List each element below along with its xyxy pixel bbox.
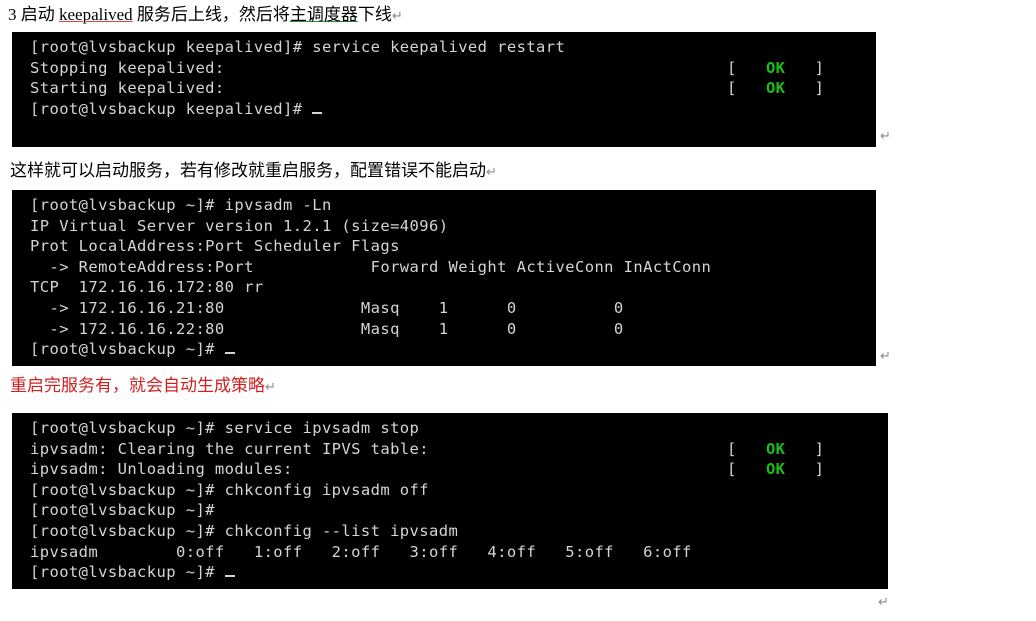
terminal-line-text: [root@lvsbackup ~]#: [30, 563, 225, 582]
terminal-cursor: [312, 100, 323, 114]
terminal-line-text: ipvsadm: Unloading modules:: [30, 460, 293, 479]
terminal-line-text: -> RemoteAddress:Port Forward Weight Act…: [30, 257, 712, 276]
paragraph-heading-3: 3 启动 keepalived 服务后上线，然后将主调度器下线↵: [8, 4, 403, 27]
terminal-line-text: IP Virtual Server version 1.2.1 (size=40…: [30, 216, 449, 235]
status-label-ok: OK: [765, 460, 786, 479]
paragraph-mark: ↵: [265, 379, 276, 394]
paragraph-note-auto-policy: 重启完服务有，就会自动生成策略↵: [10, 375, 276, 398]
terminal-line: Starting keepalived: [ OK ]: [12, 78, 876, 99]
terminal-cursor: [224, 340, 235, 355]
ipvsadm-list-terminal[interactable]: [root@lvsbackup ~]# ipvsadm -Ln IP Virtua…: [12, 190, 876, 366]
terminal-line-text: ipvsadm 0:off 1:off 2:off 3:off 4:off 5:…: [30, 542, 692, 561]
terminal-line: -> 172.16.16.22:80 Masq 1 0 0: [12, 319, 876, 340]
terminal-line-text: -> 172.16.16.22:80 Masq 1 0 0: [30, 319, 624, 338]
terminal-line-text: Stopping keepalived:: [30, 58, 225, 77]
terminal-line: [root@lvsbackup ~]# chkconfig --list ipv…: [12, 521, 888, 542]
terminal-line: Stopping keepalived: [ OK ]: [12, 58, 876, 79]
terminal-line-text: [root@lvsbackup ~]# chkconfig --list ipv…: [30, 521, 459, 540]
spellcheck-word-keepalived: keepalived: [59, 5, 133, 24]
terminal-line-text: [root@lvsbackup ~]#: [30, 340, 225, 359]
terminal-1-paragraph-mark: ↵: [880, 128, 891, 143]
terminal-line-text: [root@lvsbackup keepalived]#: [30, 99, 313, 118]
keepalived-restart-terminal[interactable]: [root@lvsbackup keepalived]# service kee…: [12, 32, 876, 147]
paragraph-text-after: 下线: [357, 5, 392, 24]
terminal-line: [root@lvsbackup ~]#: [12, 500, 888, 521]
status-badge: [ OK ]: [727, 459, 824, 480]
status-bracket-open: [: [727, 79, 737, 98]
terminal-line-text: [root@lvsbackup keepalived]# service kee…: [30, 38, 566, 56]
paragraph-number: 3: [8, 5, 17, 24]
terminal-line: [root@lvsbackup ~]# chkconfig ipvsadm of…: [12, 480, 888, 501]
terminal-line-text: -> 172.16.16.21:80 Masq 1 0 0: [30, 298, 624, 317]
terminal-line: IP Virtual Server version 1.2.1 (size=40…: [12, 216, 876, 237]
paragraph-3-text: 重启完服务有，就会自动生成策略: [10, 376, 265, 395]
status-label-ok: OK: [765, 58, 786, 77]
terminal-line-text: Starting keepalived:: [30, 79, 225, 98]
status-badge: [ OK ]: [727, 78, 824, 99]
terminal-3-paragraph-mark: ↵: [878, 594, 889, 609]
paragraph-mark: ↵: [486, 164, 497, 179]
terminal-line: ipvsadm: Unloading modules: [ OK ]: [12, 459, 888, 480]
status-bracket-open: [: [727, 58, 737, 77]
status-badge: [ OK ]: [727, 58, 824, 79]
status-bracket-close: ]: [814, 79, 825, 98]
paragraph-note-restart: 这样就可以启动服务，若有修改就重启服务，配置错误不能启动↵: [10, 160, 497, 183]
terminal-line: Prot LocalAddress:Port Scheduler Flags: [12, 236, 876, 257]
terminal-line: [root@lvsbackup ~]#: [12, 562, 888, 583]
ipvsadm-stop-chkconfig-terminal[interactable]: [root@lvsbackup ~]# service ipvsadm stop…: [12, 413, 888, 589]
status-label-ok: OK: [765, 79, 786, 98]
terminal-line: [root@lvsbackup ~]# service ipvsadm stop: [12, 418, 888, 439]
terminal-line: TCP 172.16.16.172:80 rr: [12, 277, 876, 298]
terminal-line: -> RemoteAddress:Port Forward Weight Act…: [12, 257, 876, 278]
status-badge: [ OK ]: [727, 439, 824, 460]
terminal-line-text: ipvsadm: Clearing the current IPVS table…: [30, 439, 430, 458]
terminal-line: [root@lvsbackup ~]#: [12, 339, 876, 360]
grammar-word-master-scheduler: 主调度器: [289, 5, 358, 24]
terminal-line-text: [root@lvsbackup ~]#: [30, 501, 215, 520]
terminal-line-text: TCP 172.16.16.172:80 rr: [30, 278, 264, 297]
terminal-line-text: [root@lvsbackup ~]# chkconfig ipvsadm of…: [30, 480, 430, 499]
status-bracket-open: [: [727, 460, 737, 479]
terminal-line-text: Prot LocalAddress:Port Scheduler Flags: [30, 237, 400, 256]
terminal-2-paragraph-mark: ↵: [880, 348, 891, 363]
terminal-cursor: [224, 563, 235, 578]
paragraph-text-mid: 服务后上线，然后将: [132, 5, 290, 24]
terminal-line: [root@lvsbackup keepalived]#: [12, 99, 876, 120]
status-bracket-close: ]: [814, 439, 825, 458]
terminal-line: [root@lvsbackup keepalived]# service kee…: [12, 37, 876, 58]
paragraph-text-before: 启动: [16, 5, 59, 24]
terminal-line-text: [root@lvsbackup ~]# service ipvsadm stop: [30, 419, 420, 437]
status-bracket-close: ]: [814, 58, 825, 77]
terminal-line: [root@lvsbackup ~]# ipvsadm -Ln: [12, 195, 876, 216]
document-page: 3 启动 keepalived 服务后上线，然后将主调度器下线↵ [root@l…: [0, 0, 1036, 621]
terminal-line: ipvsadm 0:off 1:off 2:off 3:off 4:off 5:…: [12, 542, 888, 563]
status-bracket-close: ]: [814, 460, 825, 479]
status-bracket-open: [: [727, 439, 737, 458]
terminal-line: ipvsadm: Clearing the current IPVS table…: [12, 439, 888, 460]
terminal-line: -> 172.16.16.21:80 Masq 1 0 0: [12, 298, 876, 319]
paragraph-mark: ↵: [391, 8, 403, 23]
paragraph-2-text: 这样就可以启动服务，若有修改就重启服务，配置错误不能启动: [10, 161, 486, 180]
status-label-ok: OK: [765, 439, 786, 458]
terminal-line-text: [root@lvsbackup ~]# ipvsadm -Ln: [30, 196, 332, 214]
